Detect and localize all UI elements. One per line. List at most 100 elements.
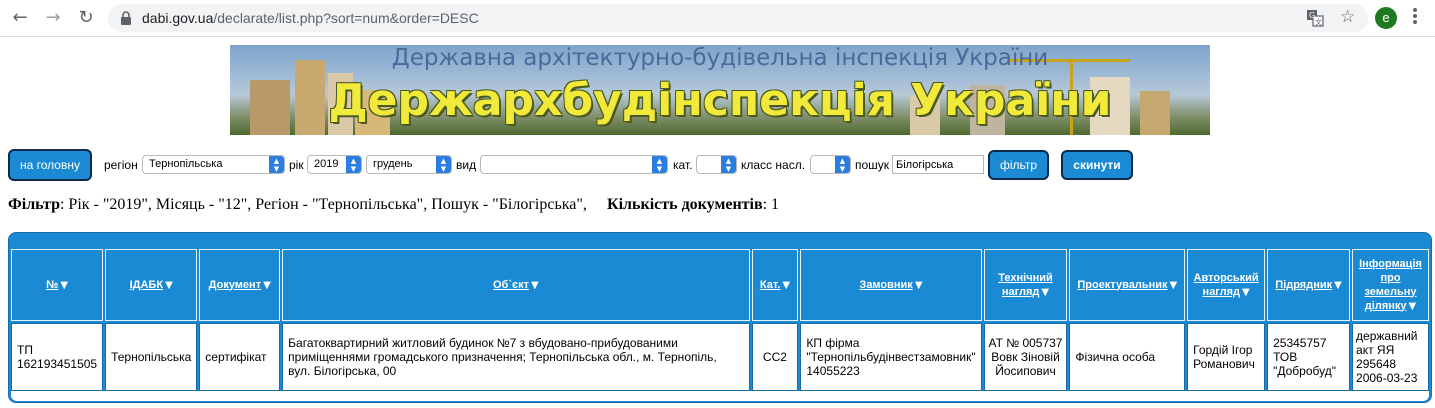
column-header[interactable]: Проектувальник ▼ xyxy=(1069,249,1186,321)
forward-arrow-icon[interactable]: → xyxy=(42,7,64,29)
cell-author-line: Гордій Ігор xyxy=(1193,343,1253,357)
type-select[interactable]: ▲ ▼ xyxy=(480,155,668,174)
profile-avatar[interactable]: e xyxy=(1375,7,1397,29)
cell-object-line: Багатоквартирний житловий будинок №7 з в… xyxy=(288,336,678,350)
cell-author-supervision: Гордій Ігор Романович xyxy=(1187,323,1266,391)
region-select-value: Тернопільська xyxy=(149,158,223,170)
category-label: кат. xyxy=(673,158,693,172)
filter-button[interactable]: фільтр xyxy=(988,150,1049,180)
bookmark-star-icon[interactable]: ☆ xyxy=(1340,7,1355,27)
sort-desc-icon[interactable]: ▼ xyxy=(263,279,271,293)
column-header-label[interactable]: ІДАБК xyxy=(130,279,163,291)
lock-icon[interactable] xyxy=(120,11,132,25)
year-select[interactable]: 2019 ▲ ▼ xyxy=(307,155,362,174)
sort-desc-icon[interactable]: ▼ xyxy=(1170,279,1178,293)
column-header[interactable]: Кат. ▼ xyxy=(751,249,799,321)
cell-contractor: 25345757 ТОВ "Добробуд" xyxy=(1267,323,1351,391)
column-header-label[interactable]: ділянку xyxy=(1365,300,1407,312)
search-input[interactable] xyxy=(892,155,984,174)
cell-object-line: приміщеннями громадського призначення; Т… xyxy=(288,350,717,364)
table-row: ТП 162193451505 Тернопільська сертифікат … xyxy=(11,323,1429,391)
filter-summary: Фільтр: Рік - "2019", Місяць - "12", Рег… xyxy=(8,196,587,214)
banner-subtitle: Державна архітектурно-будівельна інспекц… xyxy=(391,45,1049,71)
home-button[interactable]: на головну xyxy=(8,149,92,181)
document-count-label: Кількість документів xyxy=(607,196,763,213)
column-header[interactable]: Технічний нагляд ▼ xyxy=(983,249,1068,321)
class-label: класс насл. xyxy=(741,158,806,172)
table-header-row: № ▼ ІДАБК ▼ Документ ▼ Об`єкт ▼ Кат. ▼ Замовник ▼ Те… xyxy=(11,249,1429,321)
results-table-container: № ▼ ІДАБК ▼ Документ ▼ Об`єкт ▼ Кат. ▼ Замовник ▼ Те… xyxy=(8,232,1432,403)
column-header[interactable]: Об`єкт ▼ xyxy=(282,249,750,321)
cell-tech-line: АТ № 005737 xyxy=(988,336,1063,350)
column-header-label[interactable]: Авторський xyxy=(1194,272,1259,284)
column-header-label[interactable]: Інформація xyxy=(1359,258,1422,270)
column-header[interactable]: Замовник ▼ xyxy=(800,249,982,321)
column-header[interactable]: Документ ▼ xyxy=(199,249,281,321)
cell-category: СС2 xyxy=(751,323,799,391)
column-header-label[interactable]: земельну xyxy=(1364,286,1416,298)
back-arrow-icon[interactable]: ← xyxy=(9,7,31,29)
month-select[interactable]: грудень ▲ ▼ xyxy=(366,155,452,174)
banner-title: Держархбудінспекція України xyxy=(328,75,1112,126)
year-label: рік xyxy=(289,158,304,172)
column-header[interactable]: Підрядник ▼ xyxy=(1267,249,1351,321)
cell-land-line: 295648 xyxy=(1356,357,1397,371)
select-arrows-icon: ▲ ▼ xyxy=(721,156,736,173)
sort-desc-icon[interactable]: ▼ xyxy=(1334,279,1342,293)
select-arrows-icon: ▲ ▼ xyxy=(436,156,451,173)
address-bar[interactable]: dabi.gov.ua/declarate/list.php?sort=num&… xyxy=(108,4,1368,32)
column-header-label[interactable]: Замовник xyxy=(859,279,912,291)
region-label: регіон xyxy=(104,158,138,172)
cell-contractor-line: ТОВ xyxy=(1273,350,1298,364)
cell-customer-line: "Тернопільбудінвестзамовник" xyxy=(806,350,976,364)
cell-object-line: вул. Білогірська, 00 xyxy=(288,364,397,378)
column-header-label[interactable]: нагляд xyxy=(1002,286,1039,298)
cell-customer: КП фірма "Тернопільбудінвестзамовник" 1405… xyxy=(800,323,982,391)
cell-contractor-line: 25345757 xyxy=(1273,336,1327,350)
column-header[interactable]: Авторський нагляд ▼ xyxy=(1187,249,1266,321)
sort-desc-icon[interactable]: ▼ xyxy=(60,279,68,293)
cell-designer: Фізична особа xyxy=(1069,323,1186,391)
region-select[interactable]: Тернопільська ▲ ▼ xyxy=(142,155,285,174)
sort-desc-icon[interactable]: ▼ xyxy=(1041,286,1049,300)
filter-summary-text: : Рік - "2019", Місяць - "12", Регіон - … xyxy=(59,196,587,213)
column-header-label[interactable]: Об`єкт xyxy=(493,279,529,291)
cell-num: ТП 162193451505 xyxy=(11,323,104,391)
column-header[interactable]: ІДАБК ▼ xyxy=(105,249,198,321)
column-header-label[interactable]: Підрядник xyxy=(1275,279,1332,291)
browser-toolbar: ← → ↻ dabi.gov.ua/declarate/list.php?sor… xyxy=(0,0,1435,37)
sort-desc-icon[interactable]: ▼ xyxy=(915,279,923,293)
column-header[interactable]: № ▼ xyxy=(11,249,104,321)
type-label: вид xyxy=(456,158,477,172)
kebab-menu-icon[interactable] xyxy=(1412,8,1418,28)
cell-tech-supervision: АТ № 005737 Вовк Зіновій Йосипович xyxy=(983,323,1068,391)
translate-icon[interactable]: G 文 xyxy=(1306,9,1324,27)
results-table: № ▼ ІДАБК ▼ Документ ▼ Об`єкт ▼ Кат. ▼ Замовник ▼ Те… xyxy=(9,247,1431,393)
sort-desc-icon[interactable]: ▼ xyxy=(1409,300,1417,314)
select-arrows-icon: ▲ ▼ xyxy=(346,156,361,173)
cell-land-info: державний акт ЯЯ 295648 2006-03-23 xyxy=(1352,323,1429,391)
column-header-label[interactable]: про xyxy=(1380,272,1400,284)
cell-tech-line: Йосипович xyxy=(995,364,1056,378)
column-header-label[interactable]: Проектувальник xyxy=(1077,279,1167,291)
column-header-label[interactable]: № xyxy=(46,279,58,291)
month-select-value: грудень xyxy=(373,158,413,170)
category-select[interactable]: ▲ ▼ xyxy=(696,155,737,174)
sort-desc-icon[interactable]: ▼ xyxy=(1242,286,1250,300)
column-header-label[interactable]: Технічний xyxy=(998,272,1053,284)
reload-icon[interactable]: ↻ xyxy=(75,7,97,29)
cell-land-line: 2006-03-23 xyxy=(1356,371,1418,385)
column-header[interactable]: Інформація про земельну ділянку ▼ xyxy=(1352,249,1429,321)
svg-text:文: 文 xyxy=(1315,18,1322,27)
year-select-value: 2019 xyxy=(314,158,339,170)
column-header-label[interactable]: нагляд xyxy=(1203,286,1240,298)
reset-button[interactable]: скинути xyxy=(1061,150,1133,180)
column-header-label[interactable]: Кат. xyxy=(760,279,780,291)
cell-num-line: ТП xyxy=(17,343,33,357)
sort-desc-icon[interactable]: ▼ xyxy=(531,279,539,293)
class-select[interactable]: ▲ ▼ xyxy=(810,155,851,174)
sort-desc-icon[interactable]: ▼ xyxy=(782,279,790,293)
cell-land-line: акт ЯЯ xyxy=(1356,343,1395,357)
column-header-label[interactable]: Документ xyxy=(209,279,261,291)
sort-desc-icon[interactable]: ▼ xyxy=(165,279,173,293)
